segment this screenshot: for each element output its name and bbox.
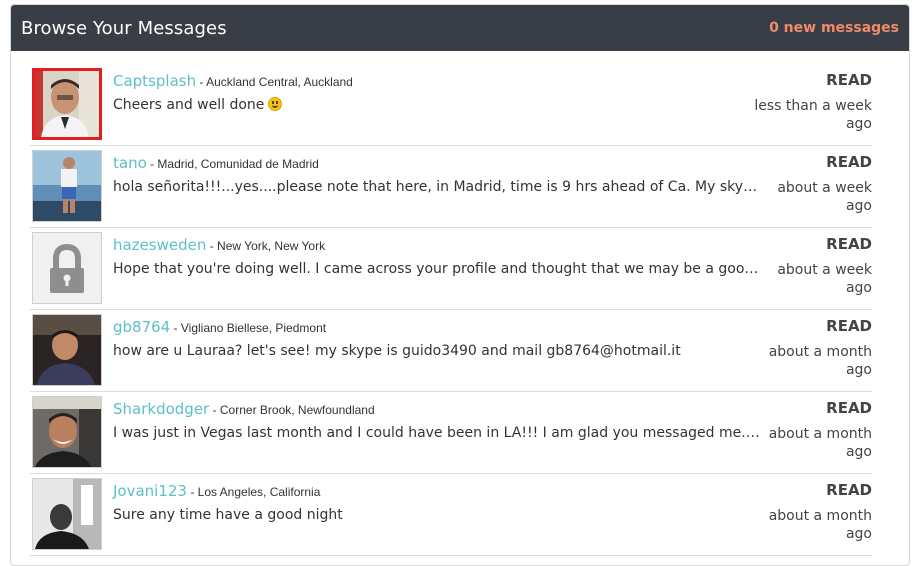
- read-status: READ: [826, 481, 872, 499]
- smiley-emoji-icon: [268, 97, 283, 111]
- message-row[interactable]: Captsplash - Auckland Central, Auckland …: [30, 64, 872, 146]
- avatar[interactable]: [32, 314, 102, 386]
- sender-username[interactable]: tano: [113, 154, 147, 172]
- avatar-photo-icon: [35, 71, 99, 137]
- lock-placeholder-icon: [33, 233, 101, 303]
- message-preview[interactable]: hola señorita!!!...yes....please note th…: [113, 179, 763, 195]
- message-time: less than a week ago: [754, 98, 872, 132]
- read-status: READ: [826, 71, 872, 89]
- avatar-photo-icon: [33, 397, 101, 467]
- message-time: about a month ago: [768, 344, 872, 378]
- sender-location: - Corner Brook, Newfoundland: [209, 403, 375, 417]
- avatar[interactable]: [32, 396, 102, 468]
- message-time: about a month ago: [768, 508, 872, 542]
- read-status: READ: [826, 153, 872, 171]
- read-status: READ: [826, 235, 872, 253]
- message-time: about a week ago: [777, 180, 872, 214]
- message-row[interactable]: Jovani123 - Los Angeles, California Sure…: [30, 474, 872, 556]
- message-row[interactable]: Sharkdodger - Corner Brook, Newfoundland…: [30, 392, 872, 474]
- message-meta: Captsplash - Auckland Central, Auckland: [113, 72, 353, 90]
- panel-header: Browse Your Messages 0 new messages: [11, 5, 909, 51]
- sender-username[interactable]: gb8764: [113, 318, 170, 336]
- sender-username[interactable]: Captsplash: [113, 72, 196, 90]
- avatar-photo-icon: [33, 479, 101, 549]
- read-status: READ: [826, 317, 872, 335]
- message-preview[interactable]: Hope that you're doing well. I came acro…: [113, 261, 763, 277]
- message-preview[interactable]: I was just in Vegas last month and I cou…: [113, 425, 763, 441]
- sender-location: - Auckland Central, Auckland: [196, 75, 353, 89]
- avatar[interactable]: [32, 150, 102, 222]
- sender-location: - Madrid, Comunidad de Madrid: [146, 157, 319, 171]
- message-preview[interactable]: Cheers and well done: [113, 97, 763, 113]
- avatar[interactable]: [32, 232, 102, 304]
- read-status: READ: [826, 399, 872, 417]
- new-messages-count[interactable]: 0 new messages: [769, 20, 899, 36]
- message-meta: tano - Madrid, Comunidad de Madrid: [113, 154, 319, 172]
- message-row[interactable]: gb8764 - Vigliano Biellese, Piedmont how…: [30, 310, 872, 392]
- message-list: Captsplash - Auckland Central, Auckland …: [30, 64, 872, 556]
- avatar[interactable]: [32, 478, 102, 550]
- message-meta: Jovani123 - Los Angeles, California: [113, 482, 320, 500]
- message-meta: Sharkdodger - Corner Brook, Newfoundland: [113, 400, 375, 418]
- sender-location: - Vigliano Biellese, Piedmont: [170, 321, 327, 335]
- message-meta: gb8764 - Vigliano Biellese, Piedmont: [113, 318, 326, 336]
- sender-username[interactable]: hazesweden: [113, 236, 206, 254]
- page-title: Browse Your Messages: [21, 17, 227, 39]
- message-meta: hazesweden - New York, New York: [113, 236, 325, 254]
- message-time: about a week ago: [777, 262, 872, 296]
- message-row[interactable]: hazesweden - New York, New York Hope tha…: [30, 228, 872, 310]
- sender-location: - Los Angeles, California: [186, 485, 321, 499]
- message-time: about a month ago: [768, 426, 872, 460]
- message-preview[interactable]: how are u Lauraa? let's see! my skype is…: [113, 343, 763, 359]
- avatar[interactable]: [32, 68, 102, 140]
- message-text: Cheers and well done: [113, 97, 265, 113]
- avatar-photo-icon: [33, 315, 101, 385]
- sender-username[interactable]: Jovani123: [113, 482, 187, 500]
- message-preview[interactable]: Sure any time have a good night: [113, 507, 763, 523]
- message-row[interactable]: tano - Madrid, Comunidad de Madrid hola …: [30, 146, 872, 228]
- sender-username[interactable]: Sharkdodger: [113, 400, 209, 418]
- sender-location: - New York, New York: [206, 239, 326, 253]
- avatar-photo-icon: [33, 151, 101, 221]
